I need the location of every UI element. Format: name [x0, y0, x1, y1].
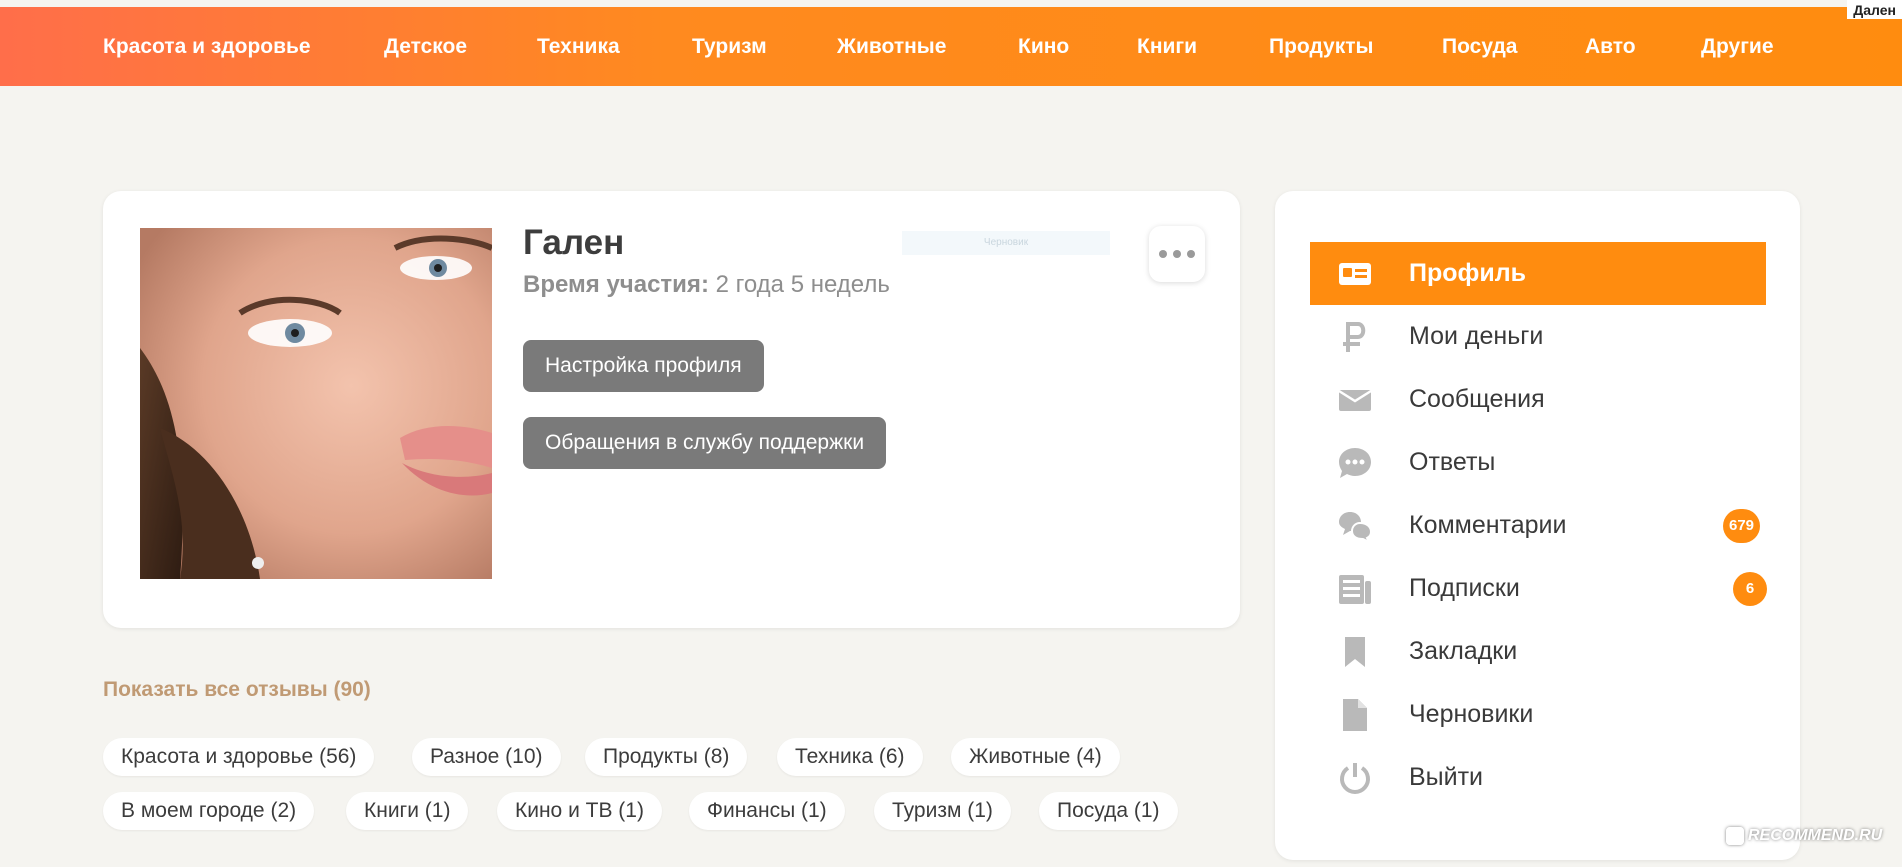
- id-card-icon: [1339, 263, 1371, 285]
- sidebar-item-label: Сообщения: [1409, 385, 1545, 413]
- document-icon: [1343, 699, 1367, 731]
- chat-bubble-icon: [1339, 448, 1371, 478]
- power-icon: [1340, 763, 1370, 794]
- recommend-logo-icon: [1726, 827, 1744, 845]
- more-dots-icon: [1159, 250, 1167, 258]
- newspaper-icon: [1339, 575, 1371, 604]
- sidebar-item-label: Закладки: [1409, 637, 1518, 665]
- tag-books[interactable]: Книги (1): [346, 792, 469, 830]
- tag-beauty-health[interactable]: Красота и здоровье (56): [103, 738, 375, 776]
- tag-finance[interactable]: Финансы (1): [689, 792, 845, 830]
- faint-status-box: Черновик: [902, 231, 1110, 255]
- ruble-icon: [1343, 322, 1366, 352]
- tag-dishes[interactable]: Посуда (1): [1039, 792, 1178, 830]
- support-requests-button[interactable]: Обращения в службу поддержки: [523, 417, 887, 469]
- sidebar-item-label: Подписки: [1409, 574, 1520, 602]
- nav-item-tech[interactable]: Техника: [537, 7, 620, 86]
- bookmark-icon: [1345, 637, 1365, 667]
- nav-item-other[interactable]: Другие: [1701, 7, 1774, 86]
- tag-products[interactable]: Продукты (8): [585, 738, 748, 776]
- membership-value: 2 года 5 недель: [715, 271, 890, 298]
- sidebar-item-bookmarks[interactable]: Закладки: [1310, 620, 1766, 683]
- tag-cinema-tv[interactable]: Кино и ТВ (1): [497, 792, 662, 830]
- subscriptions-count-badge: 6: [1733, 572, 1767, 606]
- tag-animals[interactable]: Животные (4): [951, 738, 1120, 776]
- sidebar-item-label: Черновики: [1409, 700, 1534, 728]
- nav-item-books[interactable]: Книги: [1137, 7, 1197, 86]
- sidebar-item-label: Выйти: [1409, 763, 1484, 791]
- account-sidebar: Профиль Мои деньги Сообщения Ответы Комм…: [1275, 191, 1800, 860]
- nav-item-animals[interactable]: Животные: [837, 7, 946, 86]
- top-navigation-bar: Красота и здоровье Детское Техника Туриз…: [0, 7, 1902, 86]
- profile-card: Гален Время участия: 2 года 5 недель Чер…: [103, 191, 1240, 628]
- nav-item-tourism[interactable]: Туризм: [692, 7, 767, 86]
- tag-tech[interactable]: Техника (6): [777, 738, 923, 776]
- tag-my-city[interactable]: В моем городе (2): [103, 792, 315, 830]
- sidebar-item-label: Профиль: [1409, 259, 1527, 287]
- sidebar-item-drafts[interactable]: Черновики: [1310, 683, 1766, 746]
- watermark: RECOMMEND.RU: [1726, 827, 1882, 845]
- nav-item-kids[interactable]: Детское: [384, 7, 467, 86]
- sidebar-item-answers[interactable]: Ответы: [1310, 431, 1766, 494]
- sidebar-item-profile[interactable]: Профиль: [1310, 242, 1766, 305]
- tag-tourism[interactable]: Туризм (1): [874, 792, 1011, 830]
- comments-icon: [1339, 512, 1372, 543]
- nav-item-auto[interactable]: Авто: [1585, 7, 1636, 86]
- watermark-text: RECOMMEND.RU: [1748, 827, 1883, 844]
- user-name: Гален: [523, 223, 625, 262]
- sidebar-item-messages[interactable]: Сообщения: [1310, 368, 1766, 431]
- envelope-icon: [1338, 389, 1372, 411]
- membership-duration: Время участия: 2 года 5 недель: [523, 271, 890, 299]
- sidebar-item-comments[interactable]: Комментарии 679: [1310, 494, 1766, 557]
- sidebar-item-logout[interactable]: Выйти: [1310, 746, 1766, 809]
- nav-item-dishes[interactable]: Посуда: [1442, 7, 1518, 86]
- sidebar-item-label: Мои деньги: [1409, 322, 1544, 350]
- nav-item-cinema[interactable]: Кино: [1018, 7, 1069, 86]
- nav-item-beauty-health[interactable]: Красота и здоровье: [103, 7, 311, 86]
- sidebar-item-subscriptions[interactable]: Подписки 6: [1310, 557, 1767, 620]
- sidebar-item-label: Ответы: [1409, 448, 1496, 476]
- sidebar-item-label: Комментарии: [1409, 511, 1567, 539]
- membership-label: Время участия:: [523, 271, 709, 298]
- show-all-reviews-link[interactable]: Показать все отзывы (90): [103, 678, 371, 702]
- corner-username-label: Дален: [1847, 0, 1902, 19]
- profile-settings-button[interactable]: Настройка профиля: [523, 340, 764, 392]
- sidebar-item-money[interactable]: Мои деньги: [1310, 305, 1766, 368]
- tag-misc[interactable]: Разное (10): [412, 738, 561, 776]
- comments-count-badge: 679: [1723, 509, 1761, 543]
- avatar: [140, 228, 492, 579]
- more-options-button[interactable]: [1149, 226, 1205, 282]
- nav-item-products[interactable]: Продукты: [1269, 7, 1373, 86]
